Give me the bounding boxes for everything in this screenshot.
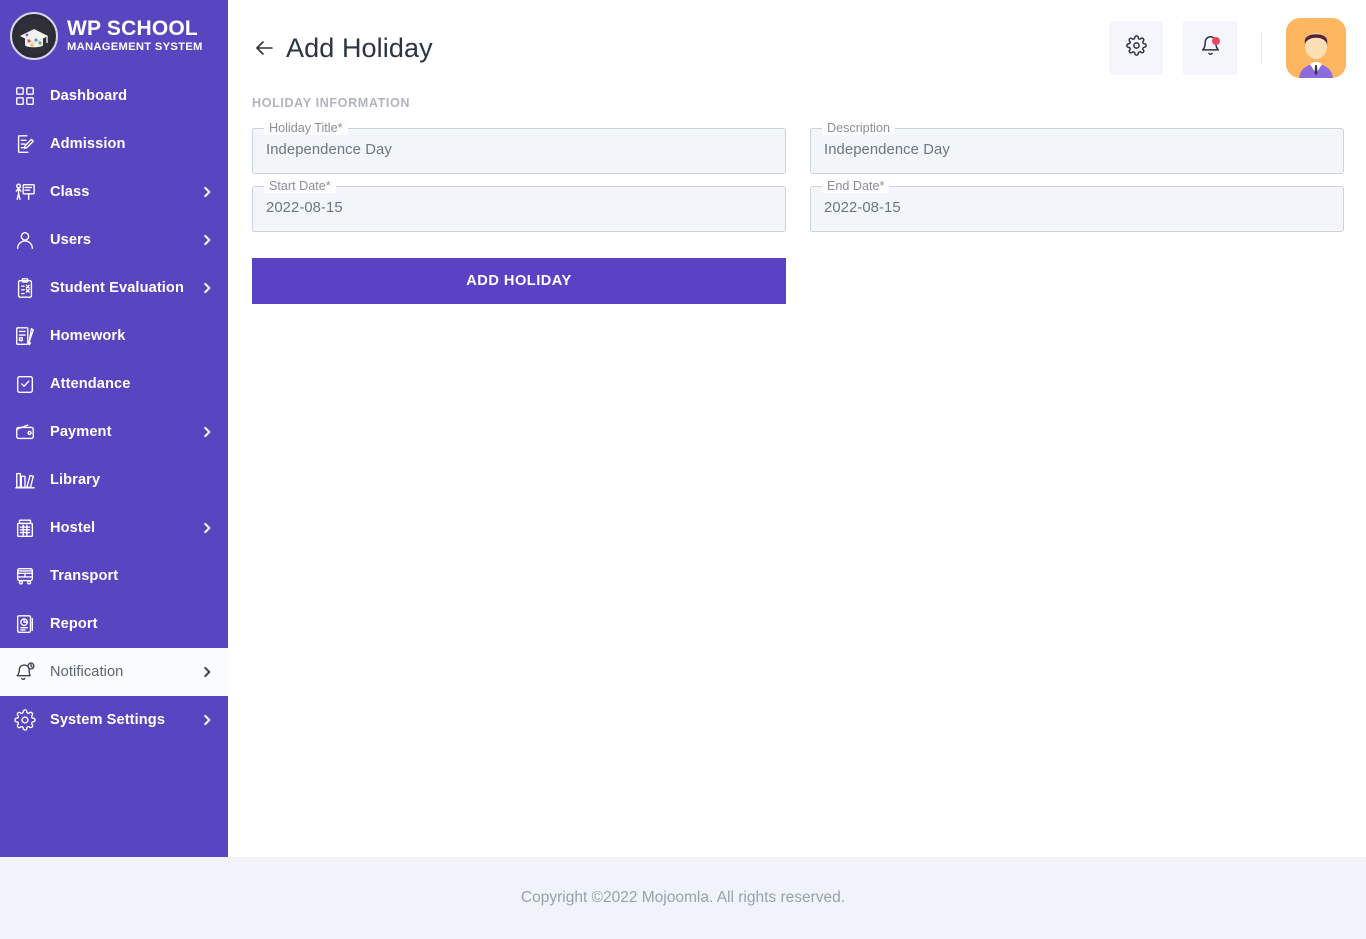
chevron-right-icon bbox=[200, 281, 214, 295]
sidebar-item-transport[interactable]: Transport bbox=[0, 552, 228, 600]
sidebar-item-label: Attendance bbox=[50, 376, 131, 392]
topbar: Add Holiday bbox=[228, 0, 1366, 96]
holiday-title-field[interactable]: Holiday Title* Independence Day bbox=[252, 121, 786, 174]
report-chart-icon bbox=[12, 611, 38, 637]
add-holiday-button[interactable]: ADD HOLIDAY bbox=[252, 258, 786, 304]
sidebar-item-label: Report bbox=[50, 616, 98, 632]
notifications-button[interactable] bbox=[1183, 21, 1237, 75]
book-pencil-icon bbox=[12, 323, 38, 349]
chevron-right-icon bbox=[200, 425, 214, 439]
sidebar-item-class[interactable]: Class bbox=[0, 168, 228, 216]
sidebar-item-label: Library bbox=[50, 472, 101, 488]
notification-badge-dot bbox=[1212, 37, 1220, 45]
brand-text: WP SCHOOL MANAGEMENT SYSTEM bbox=[67, 18, 203, 53]
user-avatar-icon bbox=[1286, 18, 1346, 78]
footer-copyright: Copyright ©2022 Mojoomla. All rights res… bbox=[520, 889, 846, 906]
form-grid: Holiday Title* Independence Day Descriptio… bbox=[252, 121, 1344, 232]
body-row: WP SCHOOL MANAGEMENT SYSTEM Dashboard Adm… bbox=[0, 0, 1366, 857]
sidebar-item-label: System Settings bbox=[50, 712, 166, 728]
topbar-actions bbox=[1109, 18, 1346, 78]
grid-dashboard-icon bbox=[12, 83, 38, 109]
page-title-wrap: Add Holiday bbox=[252, 33, 1109, 64]
sidebar-item-label: Homework bbox=[50, 328, 126, 344]
field-label: Description bbox=[822, 121, 895, 135]
sidebar-item-notification[interactable]: Notification bbox=[0, 648, 228, 696]
sidebar-item-payment[interactable]: Payment bbox=[0, 408, 228, 456]
checkbox-calendar-icon bbox=[12, 371, 38, 397]
field-label: Holiday Title* bbox=[264, 121, 348, 135]
sidebar-item-system-settings[interactable]: System Settings bbox=[0, 696, 228, 744]
sidebar-nav: Dashboard Admission Class Users Student Eval… bbox=[0, 72, 228, 744]
sidebar-item-label: Dashboard bbox=[50, 88, 128, 104]
description-field[interactable]: Description Independence Day bbox=[810, 121, 1344, 174]
sidebar-item-attendance[interactable]: Attendance bbox=[0, 360, 228, 408]
wallet-icon bbox=[12, 419, 38, 445]
sidebar-item-label: Users bbox=[50, 232, 92, 248]
section-label: HOLIDAY INFORMATION bbox=[252, 96, 411, 110]
sidebar-item-admission[interactable]: Admission bbox=[0, 120, 228, 168]
graduation-cap-logo-icon bbox=[10, 12, 58, 60]
gear-icon bbox=[1125, 35, 1147, 61]
chevron-right-icon bbox=[200, 233, 214, 247]
arrow-left-icon[interactable] bbox=[252, 36, 276, 60]
sidebar-item-users[interactable]: Users bbox=[0, 216, 228, 264]
user-icon bbox=[12, 227, 38, 253]
sidebar-item-label: Notification bbox=[50, 664, 124, 680]
sidebar-item-student-evaluation[interactable]: Student Evaluation bbox=[0, 264, 228, 312]
field-value: Independence Day bbox=[824, 142, 950, 158]
footer: Copyright ©2022 Mojoomla. All rights res… bbox=[0, 857, 1366, 939]
settings-button[interactable] bbox=[1109, 21, 1163, 75]
bus-icon bbox=[12, 563, 38, 589]
sidebar-item-hostel[interactable]: Hostel bbox=[0, 504, 228, 552]
chevron-right-icon bbox=[200, 665, 214, 679]
sidebar-item-dashboard[interactable]: Dashboard bbox=[0, 72, 228, 120]
books-shelf-icon bbox=[12, 467, 38, 493]
avatar[interactable] bbox=[1286, 18, 1346, 78]
field-label: End Date* bbox=[822, 179, 890, 193]
field-value: 2022-08-15 bbox=[266, 200, 343, 216]
end-date-field[interactable]: End Date* 2022-08-15 bbox=[810, 179, 1344, 232]
main-content: Add Holiday HOLIDAY INFORMATION Holiday … bbox=[228, 0, 1366, 857]
chevron-right-icon bbox=[200, 713, 214, 727]
sidebar-item-homework[interactable]: Homework bbox=[0, 312, 228, 360]
brand-title: WP SCHOOL bbox=[67, 17, 198, 41]
sidebar-item-label: Payment bbox=[50, 424, 112, 440]
hostel-building-icon bbox=[12, 515, 38, 541]
field-label: Start Date* bbox=[264, 179, 336, 193]
document-edit-icon bbox=[12, 131, 38, 157]
topbar-divider bbox=[1261, 32, 1262, 64]
holiday-form-section: HOLIDAY INFORMATION Holiday Title* Indepe… bbox=[228, 96, 1366, 304]
sidebar-item-library[interactable]: Library bbox=[0, 456, 228, 504]
clipboard-check-icon bbox=[12, 275, 38, 301]
field-value: 2022-08-15 bbox=[824, 200, 901, 216]
chevron-right-icon bbox=[200, 185, 214, 199]
brand-subtitle: MANAGEMENT SYSTEM bbox=[67, 41, 203, 54]
chevron-right-icon bbox=[200, 521, 214, 535]
sidebar-item-label: Hostel bbox=[50, 520, 96, 536]
sidebar: WP SCHOOL MANAGEMENT SYSTEM Dashboard Adm… bbox=[0, 0, 228, 857]
teacher-board-icon bbox=[12, 179, 38, 205]
gear-icon bbox=[12, 707, 38, 733]
field-value: Independence Day bbox=[266, 142, 392, 158]
sidebar-item-label: Transport bbox=[50, 568, 119, 584]
page-title: Add Holiday bbox=[286, 32, 433, 63]
sidebar-item-label: Admission bbox=[50, 136, 126, 152]
bell-clock-icon bbox=[12, 659, 38, 685]
sidebar-item-report[interactable]: Report bbox=[0, 600, 228, 648]
brand-logo-block[interactable]: WP SCHOOL MANAGEMENT SYSTEM bbox=[0, 0, 228, 72]
start-date-field[interactable]: Start Date* 2022-08-15 bbox=[252, 179, 786, 232]
sidebar-item-label: Class bbox=[50, 184, 90, 200]
app-root: WP SCHOOL MANAGEMENT SYSTEM Dashboard Adm… bbox=[0, 0, 1366, 939]
sidebar-item-label: Student Evaluation bbox=[50, 280, 184, 296]
